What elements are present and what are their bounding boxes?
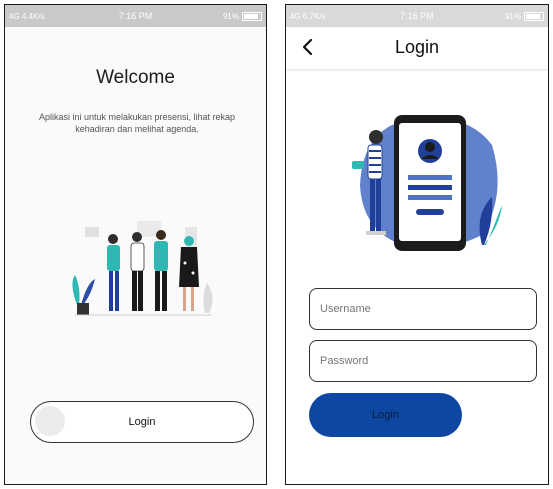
username-input[interactable] xyxy=(309,288,537,330)
battery-icon xyxy=(524,11,544,21)
page-title: Login xyxy=(394,37,440,57)
status-bar: 4G 6.7K/s 7:16 PM 91% xyxy=(286,5,548,27)
login-screen: 4G 6.7K/s 7:16 PM 91% Login Username Log… xyxy=(285,4,549,485)
battery-level: 91% xyxy=(504,11,521,21)
login-button[interactable]: Login xyxy=(30,401,254,443)
phone-login-illustration-icon xyxy=(352,115,502,251)
welcome-screen: 4G 4.4K/s 7:16 PM 91% Welcome Aplikasi i… xyxy=(4,4,267,485)
login-button[interactable]: Login xyxy=(309,393,462,437)
welcome-description: Aplikasi ini untuk melakukan presensi, l… xyxy=(38,112,236,134)
battery-level: 91% xyxy=(222,11,239,21)
ripple-effect xyxy=(35,406,65,436)
page-title: Welcome xyxy=(96,67,175,88)
login-button-label: Login xyxy=(128,416,156,428)
login-button-label: Login xyxy=(372,409,399,421)
status-icons: 91% xyxy=(504,11,544,21)
status-bar: 4G 4.4K/s 7:16 PM 91% xyxy=(5,5,266,27)
app-bar: Login xyxy=(286,27,548,69)
status-icons: 91% xyxy=(222,11,262,21)
password-input[interactable] xyxy=(309,340,537,382)
battery-icon xyxy=(242,11,262,21)
team-illustration-icon xyxy=(72,221,213,316)
